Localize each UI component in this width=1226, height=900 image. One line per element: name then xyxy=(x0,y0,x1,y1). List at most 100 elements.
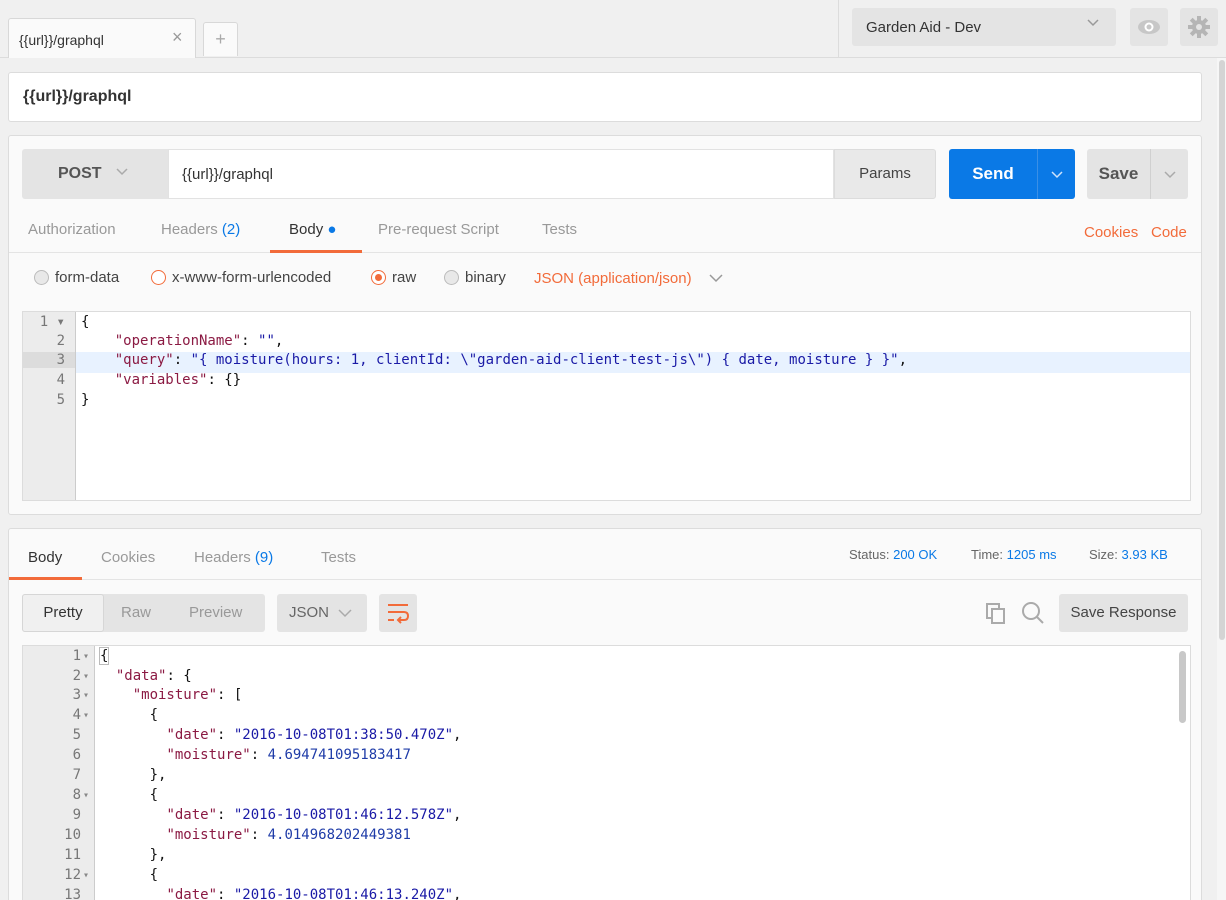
code-line: { xyxy=(99,647,110,665)
wrap-icon xyxy=(388,604,410,624)
tab-headers[interactable]: Headers (2) xyxy=(161,221,240,238)
code-line: }, xyxy=(149,767,167,783)
url-input-value: {{url}}/graphql xyxy=(182,166,273,183)
line-number: 8 xyxy=(72,787,81,803)
tab-authorization[interactable]: Authorization xyxy=(28,221,116,238)
new-tab-button[interactable]: + xyxy=(203,22,238,56)
code-token: "variables" xyxy=(114,372,208,388)
line-number: 12 xyxy=(64,867,81,883)
page-scrollbar[interactable] xyxy=(1219,60,1225,640)
line-number: 4 xyxy=(56,372,65,388)
format-label: JSON xyxy=(289,604,330,621)
environment-select[interactable]: Garden Aid - Dev xyxy=(852,8,1116,46)
wrap-lines-button[interactable] xyxy=(379,594,417,632)
response-tab-tests[interactable]: Tests xyxy=(321,549,356,566)
code-link[interactable]: Code xyxy=(1151,224,1187,241)
format-select[interactable]: JSON xyxy=(277,594,367,632)
code-line: "operationName": "", xyxy=(114,333,284,349)
fold-icon[interactable]: ▾ xyxy=(83,651,89,662)
chevron-down-icon xyxy=(115,164,129,183)
method-select[interactable]: POST xyxy=(22,149,168,199)
fold-icon[interactable]: ▾ xyxy=(83,870,89,881)
code-token: "operationName" xyxy=(114,333,242,349)
divider xyxy=(838,0,839,58)
content-type-select[interactable]: JSON (application/json) xyxy=(534,270,692,287)
chevron-down-icon xyxy=(1086,15,1100,34)
save-options-button[interactable] xyxy=(1150,149,1188,199)
code-token: "query" xyxy=(114,352,174,368)
response-tab-headers-label: Headers xyxy=(194,549,251,566)
code-line: { xyxy=(149,707,159,723)
response-tab-headers[interactable]: Headers (9) xyxy=(194,549,273,566)
chevron-down-icon xyxy=(337,606,353,624)
fold-icon[interactable]: ▾ xyxy=(83,710,89,721)
size-label: Size: xyxy=(1089,547,1118,562)
line-number: 5 xyxy=(56,392,65,408)
tab-prerequest[interactable]: Pre-request Script xyxy=(378,221,499,238)
request-name-box: {{url}}/graphql xyxy=(8,72,1202,122)
request-tab[interactable]: {{url}}/graphql × xyxy=(8,18,196,58)
fold-icon[interactable]: ▾ xyxy=(83,690,89,701)
code-line: { xyxy=(81,314,89,330)
save-response-button[interactable]: Save Response xyxy=(1059,594,1188,632)
line-number: 11 xyxy=(64,847,81,863)
radio-urlencoded[interactable] xyxy=(151,270,166,285)
fold-icon[interactable]: ▾ xyxy=(83,790,89,801)
request-body-editor[interactable]: 1 ▾ 2 3 4 5 { "operationName": "", "quer… xyxy=(22,311,1191,501)
environment-quick-look-button[interactable] xyxy=(1130,8,1168,46)
line-number: 5 xyxy=(72,727,81,743)
chevron-down-icon[interactable] xyxy=(708,270,724,290)
code-token: "moisture" xyxy=(132,687,218,703)
fold-icon[interactable]: ▾ xyxy=(83,671,89,682)
manage-environments-button[interactable] xyxy=(1180,8,1218,46)
radio-form-data[interactable] xyxy=(34,270,49,285)
size-readout: Size: 3.93 KB xyxy=(1089,547,1168,562)
cookies-link[interactable]: Cookies xyxy=(1084,224,1138,241)
line-number: 3 xyxy=(23,352,75,368)
code-line: "moisture": 4.694741095183417 xyxy=(166,747,411,763)
headers-count: (2) xyxy=(221,221,241,238)
code-line: "date": "2016-10-08T01:46:12.578Z", xyxy=(166,807,462,823)
response-body-viewer[interactable]: 1 ▾ 2 ▾ 3 ▾ 4 ▾ 5 6 7 8 ▾ 9 10 11 12 ▾ 13 { "d… xyxy=(22,645,1191,900)
line-number: 13 xyxy=(64,887,81,900)
url-input[interactable]: {{url}}/graphql xyxy=(168,149,834,199)
tab-body-label: Body xyxy=(289,221,324,238)
active-tab-indicator xyxy=(9,577,82,580)
line-number: 9 xyxy=(72,807,81,823)
line-gutter: 1 ▾ 2 3 4 5 xyxy=(23,312,76,500)
view-raw-button[interactable]: Raw xyxy=(121,604,151,621)
tab-body[interactable]: Body ● xyxy=(289,221,336,238)
save-button[interactable]: Save xyxy=(1087,149,1150,199)
method-label: POST xyxy=(58,165,102,182)
radio-raw[interactable] xyxy=(371,270,386,285)
chevron-down-icon xyxy=(1050,171,1063,179)
code-token: "2016-10-08T01:38:50.470Z" xyxy=(233,727,454,743)
view-preview-button[interactable]: Preview xyxy=(189,604,242,621)
time-value: 1205 ms xyxy=(1006,547,1057,562)
tab-tests[interactable]: Tests xyxy=(542,221,577,238)
size-value: 3.93 KB xyxy=(1121,547,1168,562)
code-token: "2016-10-08T01:46:12.578Z" xyxy=(233,807,454,823)
view-pretty-button[interactable]: Pretty xyxy=(22,594,104,632)
code-token: "" xyxy=(258,333,275,349)
code-line: }, xyxy=(149,847,167,863)
close-icon[interactable]: × xyxy=(172,27,183,47)
response-tab-body[interactable]: Body xyxy=(28,549,62,566)
response-scrollbar[interactable] xyxy=(1179,651,1186,723)
line-number: 7 xyxy=(72,767,81,783)
code-token: { xyxy=(81,314,90,330)
active-tab-indicator xyxy=(270,250,362,253)
send-options-button[interactable] xyxy=(1037,149,1075,199)
body-indicator-dot: ● xyxy=(327,221,337,238)
request-tab-label: {{url}}/graphql xyxy=(19,32,104,48)
search-icon[interactable] xyxy=(1019,600,1047,630)
copy-icon[interactable] xyxy=(983,600,1009,630)
line-number: 1 ▾ xyxy=(39,314,65,330)
params-button[interactable]: Params xyxy=(834,149,936,199)
time-readout: Time: 1205 ms xyxy=(971,547,1057,562)
code-token: "moisture" xyxy=(166,747,251,763)
radio-binary[interactable] xyxy=(444,270,459,285)
response-tab-cookies[interactable]: Cookies xyxy=(101,549,155,566)
send-button[interactable]: Send xyxy=(949,149,1037,199)
status-label: Status: xyxy=(849,547,890,562)
